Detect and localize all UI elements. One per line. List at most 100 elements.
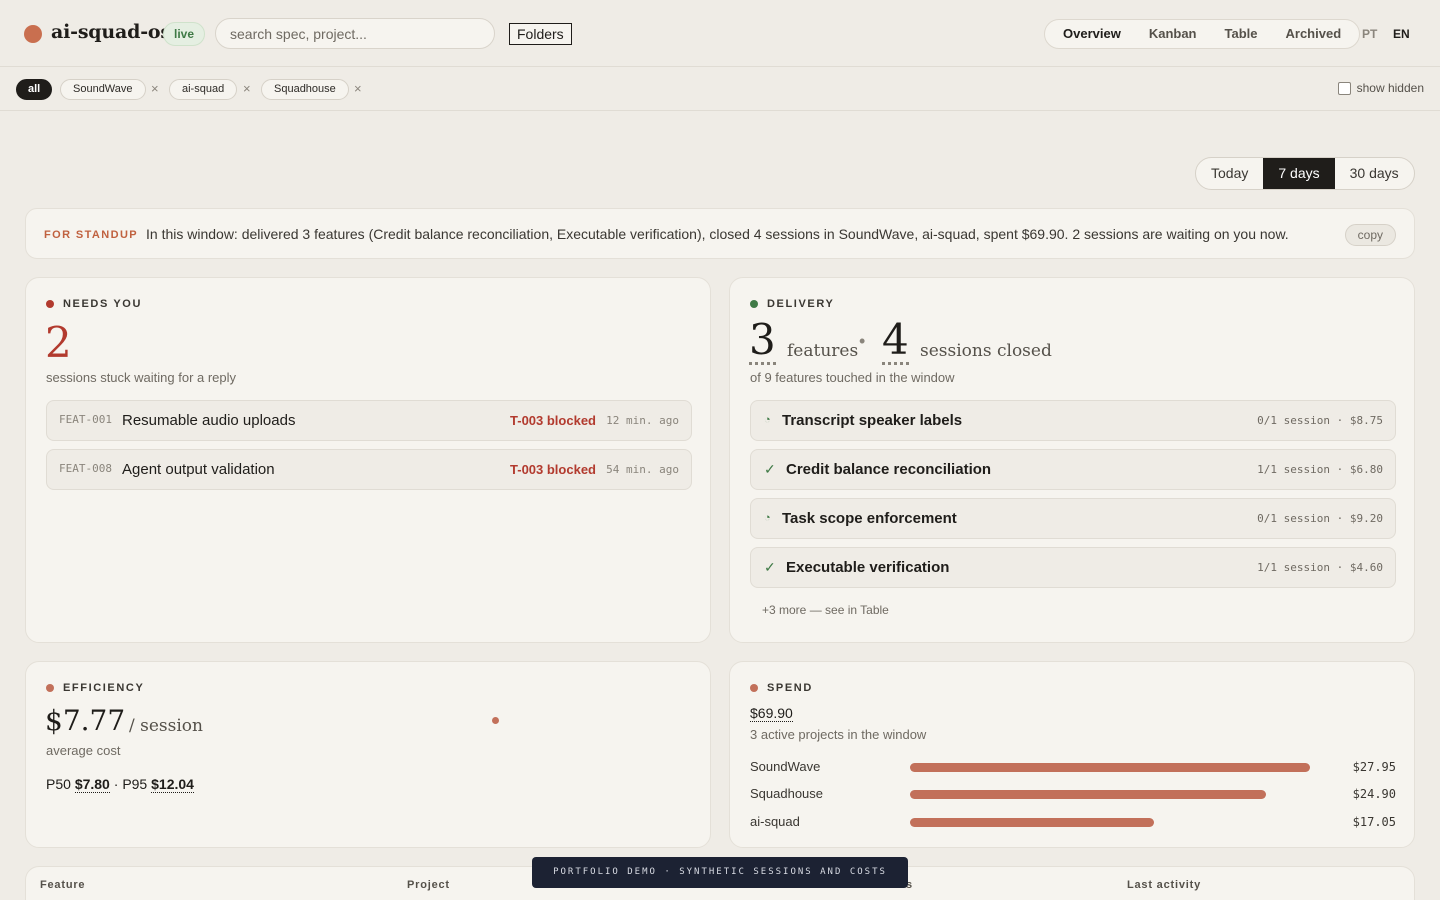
status-dot-icon (46, 684, 54, 692)
filter-chip-soundwave[interactable]: SoundWave (60, 79, 146, 100)
show-hidden-checkbox[interactable] (1337, 81, 1351, 95)
lang-pt-button[interactable]: PT (1362, 27, 1377, 41)
list-item[interactable]: FEAT-001 Resumable audio uploads T-003 b… (46, 400, 692, 441)
needs-you-header: NEEDS YOU (46, 298, 142, 310)
needs-you-subtitle: sessions stuck waiting for a reply (46, 370, 237, 385)
project-amount: $27.95 (1352, 760, 1396, 774)
efficiency-card: EFFICIENCY $7.77 / session average cost … (25, 661, 711, 848)
spend-card: SPEND $69.90 3 active projects in the wi… (729, 661, 1415, 848)
p95-value: $12.04 (151, 776, 194, 793)
project-filter-bar: all SoundWave × ai-squad × Squadhouse × … (0, 68, 1440, 111)
status-dot-icon (46, 300, 54, 308)
filter-chip-ai-squad[interactable]: ai-squad (169, 79, 238, 100)
close-icon[interactable]: × (354, 81, 362, 97)
feature-name: Task scope enforcement (782, 510, 957, 527)
project-name: Squadhouse (750, 786, 824, 801)
delivery-header: DELIVERY (750, 298, 834, 310)
needs-you-card: NEEDS YOU 2 sessions stuck waiting for a… (25, 277, 711, 643)
column-header-feature[interactable]: Feature (40, 879, 85, 891)
delivery-subtitle: of 9 features touched in the window (750, 370, 955, 385)
live-badge: live (163, 22, 206, 46)
feature-id: FEAT-008 (59, 462, 112, 475)
close-icon[interactable]: × (151, 81, 159, 97)
blocked-status: T-003 blocked (510, 413, 596, 428)
filter-chip-squadhouse[interactable]: Squadhouse (261, 79, 349, 100)
spend-bar (910, 818, 1154, 827)
card-title: EFFICIENCY (63, 682, 145, 694)
list-item[interactable]: ✓ Credit balance reconciliation 1/1 sess… (750, 449, 1396, 490)
standup-summary: FOR STANDUP In this window: delivered 3 … (25, 208, 1415, 259)
in-progress-icon: ◔ (764, 512, 771, 524)
spend-total: $69.90 (750, 705, 793, 722)
tab-table[interactable]: Table (1211, 22, 1272, 46)
avg-cost-label: average cost (46, 743, 121, 758)
session-cost: 1/1 session · $4.60 (1257, 561, 1383, 574)
tab-archived[interactable]: Archived (1272, 22, 1356, 46)
show-hidden-toggle[interactable]: show hidden (1337, 81, 1424, 95)
check-icon: ✓ (764, 559, 776, 575)
tab-kanban[interactable]: Kanban (1135, 22, 1211, 46)
close-icon[interactable]: × (243, 81, 251, 97)
separator-dot: • (859, 331, 866, 351)
folders-button[interactable]: Folders (509, 23, 572, 45)
filter-chip-all[interactable]: all (16, 79, 53, 100)
list-item[interactable]: ✓ Executable verification 1/1 session · … (750, 547, 1396, 588)
list-item[interactable]: FEAT-008 Agent output validation T-003 b… (46, 449, 692, 490)
p50-label: P50 (46, 776, 71, 792)
see-more-link[interactable]: +3 more — see in Table (762, 603, 889, 617)
feature-name: Agent output validation (122, 461, 275, 478)
app-name: ai-squad-os (51, 21, 171, 43)
project-amount: $17.05 (1352, 815, 1396, 829)
features-label: features (787, 341, 859, 361)
demo-banner: PORTFOLIO DEMO · SYNTHETIC SESSIONS AND … (532, 857, 908, 888)
efficiency-header: EFFICIENCY (46, 682, 144, 694)
card-title: DELIVERY (767, 298, 835, 310)
project-name: ai-squad (750, 814, 800, 829)
feature-name: Transcript speaker labels (782, 412, 963, 429)
copy-button[interactable]: copy (1344, 224, 1396, 246)
percentile-line: P50 $7.80 · P95 $12.04 (46, 776, 194, 793)
cost-distribution-marker (492, 717, 499, 724)
time-ago: 54 min. ago (606, 463, 679, 476)
range-today[interactable]: Today (1196, 158, 1263, 189)
range-7-days[interactable]: 7 days (1263, 158, 1335, 189)
range-30-days[interactable]: 30 days (1335, 158, 1414, 189)
feature-name: Resumable audio uploads (122, 412, 296, 429)
session-cost: 0/1 session · $9.20 (1257, 512, 1383, 525)
in-progress-icon: ◔ (764, 414, 771, 426)
tab-overview[interactable]: Overview (1049, 22, 1135, 46)
show-hidden-label: show hidden (1356, 81, 1424, 95)
column-header-last-activity[interactable]: Last activity (1127, 879, 1201, 891)
feature-id: FEAT-001 (59, 413, 112, 426)
top-bar: ai-squad-os live Folders Overview Kanban… (0, 0, 1440, 67)
logo-icon (24, 25, 42, 43)
spend-subtitle: 3 active projects in the window (750, 727, 927, 742)
session-cost: 0/1 session · $8.75 (1257, 414, 1383, 427)
spend-bar (910, 763, 1310, 772)
spend-bar (910, 790, 1267, 799)
list-item[interactable]: ◔ Transcript speaker labels 0/1 session … (750, 400, 1396, 441)
spend-row: SoundWave $27.95 (750, 757, 1396, 777)
status-dot-icon (750, 684, 758, 692)
standup-text: In this window: delivered 3 features (Cr… (146, 226, 1289, 242)
card-title: SPEND (767, 682, 813, 694)
project-name: SoundWave (750, 759, 821, 774)
p95-label: P95 (122, 776, 148, 792)
time-range-selector: Today 7 days 30 days (1195, 157, 1415, 190)
column-header-project[interactable]: Project (407, 879, 450, 891)
lang-en-button[interactable]: EN (1393, 27, 1410, 41)
list-item[interactable]: ◔ Task scope enforcement 0/1 session · $… (750, 498, 1396, 539)
avg-cost-unit: / session (129, 716, 203, 736)
feature-name: Executable verification (786, 559, 950, 576)
p50-value: $7.80 (74, 776, 110, 793)
project-amount: $24.90 (1352, 787, 1396, 801)
blocked-status: T-003 blocked (510, 462, 596, 477)
search-input[interactable] (215, 18, 495, 49)
delivered-features-count: 3 (749, 315, 776, 365)
spend-row: ai-squad $17.05 (750, 812, 1396, 832)
feature-name: Credit balance reconciliation (786, 461, 992, 478)
delivery-card: DELIVERY 3 features • 4 sessions closed … (729, 277, 1415, 643)
spend-header: SPEND (750, 682, 813, 694)
standup-tag: FOR STANDUP (44, 229, 139, 241)
status-dot-icon (750, 300, 758, 308)
